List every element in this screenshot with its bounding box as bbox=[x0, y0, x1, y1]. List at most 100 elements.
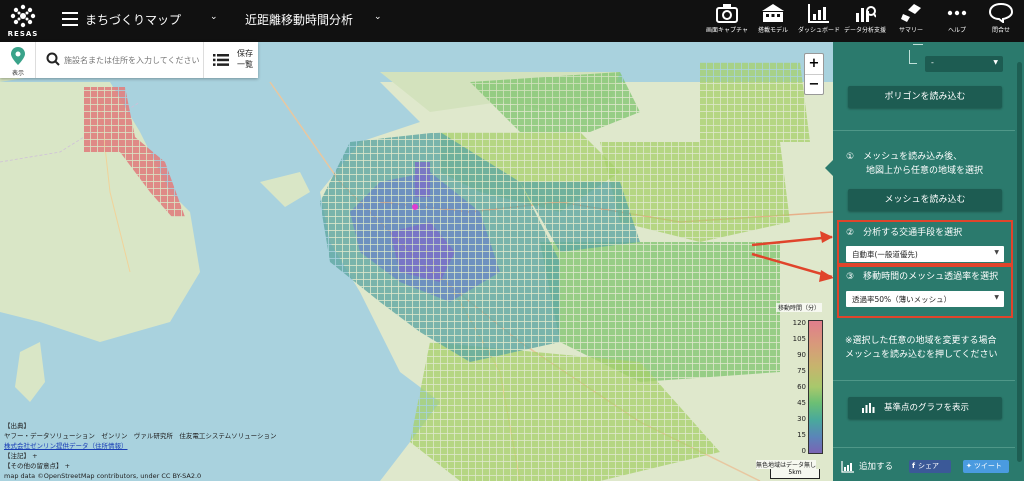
transport-mode-select[interactable]: 自動車(一般道優先) ▼ bbox=[846, 246, 1004, 262]
search-input[interactable] bbox=[64, 50, 199, 70]
chevron-down-icon: ▼ bbox=[993, 59, 998, 66]
change-region-note: ※選択した任意の地域を変更する場合 メッシュを読み込むを押してください bbox=[845, 334, 1015, 362]
display-label: 表示 bbox=[11, 70, 24, 77]
analysis-support-button[interactable]: データ分析支援 bbox=[842, 2, 888, 40]
polygon-select[interactable]: - ▼ bbox=[925, 56, 1003, 72]
load-mesh-button[interactable]: メッシュを読み込む bbox=[848, 189, 1002, 211]
attribution-notes-toggle[interactable]: 【注記】 + bbox=[4, 451, 277, 461]
dashboard-button[interactable]: ダッシュボード bbox=[796, 2, 842, 40]
capture-button[interactable]: 画面キャプチャ bbox=[704, 2, 750, 40]
step2-title: ② 分析する交通手段を選択 bbox=[846, 228, 963, 238]
attribution-other-toggle[interactable]: 【その他の留意点】 + bbox=[4, 461, 277, 471]
attribution-source-heading: 【出典】 bbox=[4, 422, 30, 430]
note-line2: メッシュを読み込むを押してください bbox=[845, 350, 998, 360]
model-button[interactable]: 搭載モデル bbox=[750, 2, 796, 40]
chevron-down-icon[interactable]: ⌄ bbox=[374, 12, 382, 22]
map-menu-title[interactable]: まちづくりマップ bbox=[85, 11, 181, 28]
panel-footer: 追加する f シェア ✦ ツイート bbox=[833, 447, 1024, 481]
legend-tick-label: 90 bbox=[797, 351, 806, 359]
share-label: シェア bbox=[918, 462, 940, 470]
step1-line1: ① メッシュを読み込み後、 bbox=[846, 152, 963, 162]
more-icon bbox=[947, 10, 967, 16]
legend-nodata-note: 無色地域はデータ無し bbox=[756, 460, 817, 469]
step3-title: ③ 移動時間のメッシュ透過率を選択 bbox=[846, 272, 999, 282]
contact-button[interactable]: 問合せ bbox=[978, 2, 1024, 40]
polygon-select-value: - bbox=[931, 58, 934, 67]
tweet-button[interactable]: ✦ ツイート bbox=[963, 460, 1009, 473]
attribution-sources: ヤフー・データソリューション ゼンリン ヴァル研究所 住友電工システムソリューシ… bbox=[4, 432, 277, 440]
tweet-label: ツイート bbox=[973, 462, 1002, 470]
panel-scrollbar[interactable] bbox=[1015, 42, 1024, 481]
add-label: 追加する bbox=[859, 462, 894, 472]
zoom-out-button[interactable]: − bbox=[805, 75, 823, 95]
analysis-support-label: データ分析支援 bbox=[843, 27, 886, 34]
camera-icon bbox=[716, 4, 738, 23]
dashboard-label: ダッシュボード bbox=[797, 27, 840, 34]
map-attribution: 【出典】 ヤフー・データソリューション ゼンリン ヴァル研究所 住友電工システム… bbox=[4, 421, 277, 481]
show-base-graph-button[interactable]: 基準点のグラフを表示 bbox=[848, 397, 1002, 419]
analysis-icon bbox=[856, 6, 876, 22]
legend-tick-label: 105 bbox=[792, 335, 806, 343]
school-icon bbox=[762, 4, 784, 22]
resas-logo[interactable]: RESAS bbox=[6, 3, 40, 39]
analysis-title[interactable]: 近距離移動時間分析 bbox=[245, 11, 353, 28]
zoom-in-button[interactable]: + bbox=[805, 54, 823, 74]
twitter-bird-icon: ✦ bbox=[966, 462, 972, 470]
saved-list-button[interactable]: 保存一覧 bbox=[203, 42, 258, 78]
chevron-down-icon[interactable]: ⌄ bbox=[210, 12, 218, 22]
dashboard-chart-icon bbox=[808, 4, 829, 23]
display-toggle-button[interactable]: 表示 bbox=[0, 42, 36, 78]
note-line1: ※選択した任意の地域を変更する場合 bbox=[845, 336, 997, 346]
list-icon bbox=[213, 54, 229, 66]
mesh-opacity-value: 透過率50%（薄いメッシュ） bbox=[852, 295, 952, 304]
legend-title: 移動時間（分） bbox=[776, 303, 823, 312]
attribution-osm: map data ©OpenStreetMap contributors, un… bbox=[4, 472, 202, 480]
bar-chart-icon bbox=[862, 403, 875, 413]
chat-icon bbox=[989, 3, 1013, 23]
hamburger-menu-icon[interactable] bbox=[62, 12, 78, 26]
step1-text: ① メッシュを読み込み後、 地図上から任意の地域を選択 bbox=[846, 150, 983, 178]
capture-label: 画面キャプチャ bbox=[706, 27, 748, 34]
map-canvas[interactable] bbox=[0, 42, 833, 481]
zoom-control: + − bbox=[804, 53, 824, 95]
show-base-graph-label: 基準点のグラフを表示 bbox=[884, 403, 970, 413]
analysis-panel: - ▼ ポリゴンを読み込む ① メッシュを読み込み後、 地図上から任意の地域を選… bbox=[825, 42, 1024, 481]
add-chart-icon bbox=[841, 460, 854, 473]
load-polygon-button[interactable]: ポリゴンを読み込む bbox=[848, 86, 1002, 108]
logo-text: RESAS bbox=[7, 30, 39, 38]
panel-tree-line bbox=[913, 44, 923, 45]
attribution-zenrin-link[interactable]: 株式会社ゼンリン提供データ（住所情報） bbox=[4, 441, 277, 451]
legend-tick-label: 15 bbox=[797, 431, 806, 439]
panel-tree-corner bbox=[909, 50, 917, 64]
scale-bar: 5km bbox=[770, 469, 820, 479]
legend-tick-label: 0 bbox=[801, 447, 806, 455]
facebook-share-button[interactable]: f シェア bbox=[909, 460, 951, 473]
chevron-down-icon: ▼ bbox=[994, 294, 999, 301]
help-label: ヘルプ bbox=[947, 27, 966, 34]
legend-tick-label: 60 bbox=[797, 383, 806, 391]
chevron-down-icon: ▼ bbox=[994, 249, 999, 256]
search-icon bbox=[46, 52, 60, 66]
panel-collapse-handle[interactable] bbox=[825, 160, 833, 176]
facebook-icon: f bbox=[912, 462, 916, 470]
step1-line2: 地図上から任意の地域を選択 bbox=[866, 166, 984, 176]
summary-icon bbox=[901, 4, 921, 22]
panel-divider bbox=[833, 380, 1015, 381]
legend-tick-label: 45 bbox=[797, 399, 806, 407]
legend-tick-label: 30 bbox=[797, 415, 806, 423]
legend-tick-label: 120 bbox=[792, 319, 806, 327]
contact-label: 問合せ bbox=[991, 27, 1010, 34]
summary-label: サマリー bbox=[898, 27, 923, 34]
map-pin-icon bbox=[11, 47, 25, 65]
summary-button[interactable]: サマリー bbox=[888, 2, 934, 40]
legend-tick-label: 75 bbox=[797, 367, 806, 375]
help-button[interactable]: ヘルプ bbox=[934, 2, 980, 40]
map-background[interactable] bbox=[0, 42, 833, 481]
model-label: 搭載モデル bbox=[757, 27, 788, 34]
mesh-opacity-select[interactable]: 透過率50%（薄いメッシュ） ▼ bbox=[846, 291, 1004, 307]
logo-icon bbox=[10, 4, 36, 28]
scrollbar-thumb[interactable] bbox=[1017, 62, 1022, 462]
top-bar: RESAS まちづくりマップ ⌄ 近距離移動時間分析 ⌄ 画面キャプチャ 搭載モ… bbox=[0, 0, 1024, 42]
saved-list-label: 保存一覧 bbox=[237, 49, 253, 69]
add-button[interactable]: 追加する bbox=[841, 460, 893, 473]
